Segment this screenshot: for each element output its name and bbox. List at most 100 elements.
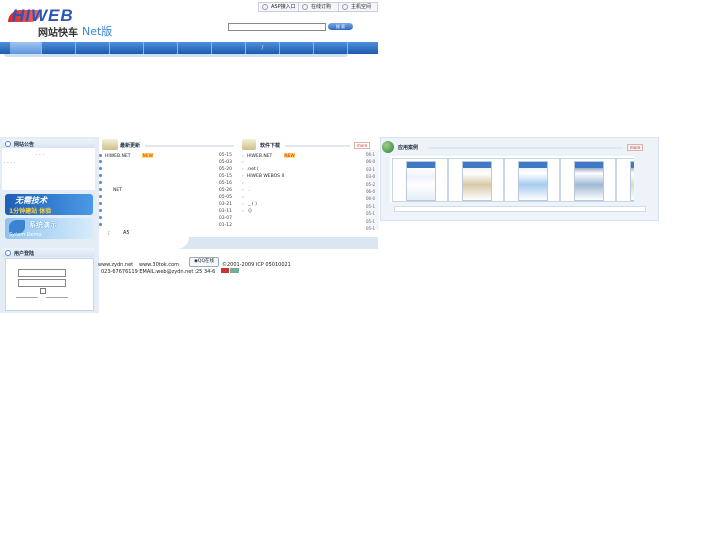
list-item[interactable]: 05-03 bbox=[99, 159, 232, 166]
banner-subtitle: 1分钟建站 体验 bbox=[9, 208, 52, 215]
notice-line[interactable]: · · · bbox=[2, 148, 95, 158]
strip-date: 06-1 bbox=[366, 152, 376, 157]
circle-icon bbox=[262, 3, 268, 10]
cases-header-line bbox=[428, 147, 623, 149]
notice-title: 网站公告 bbox=[14, 142, 35, 148]
nav-item-7[interactable] bbox=[212, 42, 246, 54]
search-input[interactable] bbox=[228, 23, 326, 31]
password-input[interactable] bbox=[18, 279, 66, 287]
list-item[interactable]: › bbox=[242, 180, 366, 187]
search-button[interactable]: 搜 索 bbox=[328, 23, 353, 30]
list-date: 05-05 bbox=[218, 195, 232, 200]
banner-title: 无需技术 bbox=[15, 196, 47, 205]
list-item[interactable]: 03-11 bbox=[99, 208, 232, 215]
arrow-icon: › bbox=[242, 167, 244, 172]
case-thumbnail[interactable] bbox=[560, 158, 616, 202]
arrow-icon: › bbox=[242, 209, 244, 214]
case-thumbnail[interactable] bbox=[448, 158, 504, 202]
arrow-icon: › bbox=[242, 174, 244, 179]
list-item[interactable]: 03-07 bbox=[99, 215, 232, 222]
nav-item-5[interactable] bbox=[144, 42, 178, 54]
strip-date: 05-2 bbox=[366, 181, 376, 187]
qq-online-button[interactable]: ◉QQ在线 bbox=[189, 257, 219, 267]
username-input[interactable] bbox=[18, 269, 66, 277]
nav-item-6[interactable] bbox=[178, 42, 212, 54]
list-item[interactable]: › .net ( bbox=[242, 166, 366, 173]
dates-strip: 06-1 06-0 03-1 03-0 05-2 06-0 06-0 05-1 … bbox=[366, 150, 379, 231]
list-item[interactable]: › () bbox=[242, 208, 366, 215]
toplink-hosting[interactable]: 主机空间 bbox=[338, 2, 378, 12]
strip-date: 03-1 bbox=[366, 166, 376, 172]
list-item[interactable]: 05-05 bbox=[99, 194, 232, 201]
nav-item-8[interactable]: / bbox=[246, 42, 280, 54]
list-item[interactable]: 05-20 bbox=[99, 166, 232, 173]
toplink-order[interactable]: 在线订购 bbox=[298, 2, 340, 12]
footer-info: 25 34-6 bbox=[196, 269, 216, 275]
list-item[interactable]: › HIWEB.NET NEW bbox=[242, 152, 366, 159]
list-date: 03-11 bbox=[218, 209, 232, 214]
forgot-link[interactable] bbox=[46, 297, 68, 298]
cases-more-link[interactable]: more bbox=[627, 144, 644, 151]
arrow-icon: › bbox=[242, 181, 244, 186]
strip-date: 05-1 bbox=[366, 211, 376, 217]
badge-icon bbox=[230, 268, 239, 273]
downloads-list: › HIWEB.NET NEW › › .net ( › HIWEB WEBOS II … bbox=[242, 152, 366, 215]
latest-title: 最新更新 bbox=[120, 143, 141, 149]
nav-item-10[interactable] bbox=[314, 42, 348, 54]
list-date: 05-20 bbox=[218, 167, 232, 172]
list-item[interactable]: › bbox=[242, 159, 366, 166]
nav-item-home[interactable] bbox=[10, 42, 42, 54]
list-item[interactable]: 05-16 bbox=[99, 180, 232, 187]
logo[interactable]: HIWEB bbox=[12, 7, 104, 24]
list-item[interactable]: 03-21 bbox=[99, 201, 232, 208]
case-thumbnail[interactable] bbox=[392, 158, 448, 202]
cases-scrollbar[interactable] bbox=[394, 206, 646, 212]
footer-link-2[interactable]: www.30tok.com bbox=[139, 262, 179, 268]
nav-item-9[interactable] bbox=[280, 42, 314, 54]
toplink-asp[interactable]: ASP接入口 bbox=[258, 2, 302, 12]
bullet-icon bbox=[99, 181, 102, 184]
list-item[interactable]: › HIWEB WEBOS II bbox=[242, 173, 366, 180]
login-icon bbox=[5, 250, 11, 256]
remember-checkbox[interactable] bbox=[40, 288, 46, 294]
list-item[interactable]: › bbox=[242, 194, 366, 201]
latest-header-icon bbox=[102, 139, 118, 150]
banner-title: 系统演示 bbox=[29, 221, 57, 229]
notice-body: · · · · · · · bbox=[2, 148, 95, 190]
register-link[interactable] bbox=[16, 297, 38, 298]
latest-footer-left: ; bbox=[108, 230, 110, 236]
latest-list: HIWEB.NET NEW 05-15 05-03 05-20 05-15 05-1… bbox=[99, 152, 232, 229]
nav-item-2[interactable] bbox=[42, 42, 76, 54]
arrow-icon: › bbox=[242, 202, 244, 207]
downloads-title: 软件下载 bbox=[260, 143, 281, 149]
list-item[interactable]: 01-12 bbox=[99, 222, 232, 229]
sub-nav-bar bbox=[4, 54, 348, 57]
banner-quick-build[interactable]: 无需技术 1分钟建站 体验 bbox=[5, 194, 93, 215]
list-item[interactable]: NET 05-26 bbox=[99, 187, 232, 194]
bullet-icon bbox=[99, 174, 102, 177]
cases-title: 应用案例 bbox=[398, 145, 419, 151]
notice-line[interactable]: · · · · bbox=[2, 158, 95, 166]
list-item[interactable]: HIWEB.NET NEW 05-15 bbox=[99, 152, 232, 159]
login-header: 用户登陆 bbox=[2, 248, 95, 257]
list-item[interactable]: › . bbox=[242, 187, 366, 194]
case-thumbnail[interactable] bbox=[504, 158, 560, 202]
list-date: 03-21 bbox=[218, 202, 232, 207]
nav-item-4[interactable] bbox=[110, 42, 144, 54]
nav-item-3[interactable] bbox=[76, 42, 110, 54]
list-item[interactable]: 05-15 bbox=[99, 173, 232, 180]
footer bbox=[99, 249, 378, 313]
strip-date: 06-0 bbox=[366, 196, 376, 202]
latest-footer-right[interactable]: A5 bbox=[123, 230, 130, 236]
cases-gallery bbox=[390, 156, 634, 202]
banner-subtitle: Sytem Demo bbox=[9, 232, 42, 238]
strip-date: 06-0 bbox=[366, 159, 376, 165]
nav-item-11[interactable] bbox=[348, 42, 378, 54]
list-item[interactable]: › _ ( ) bbox=[242, 201, 366, 208]
footer-link-1[interactable]: www.zydn.net bbox=[98, 262, 133, 268]
login-form bbox=[5, 258, 94, 311]
latest-header-line bbox=[145, 145, 234, 147]
case-thumbnail[interactable] bbox=[616, 158, 634, 202]
banner-system-demo[interactable]: 系统演示 Sytem Demo bbox=[5, 218, 93, 239]
downloads-more-link[interactable]: more bbox=[354, 142, 371, 149]
